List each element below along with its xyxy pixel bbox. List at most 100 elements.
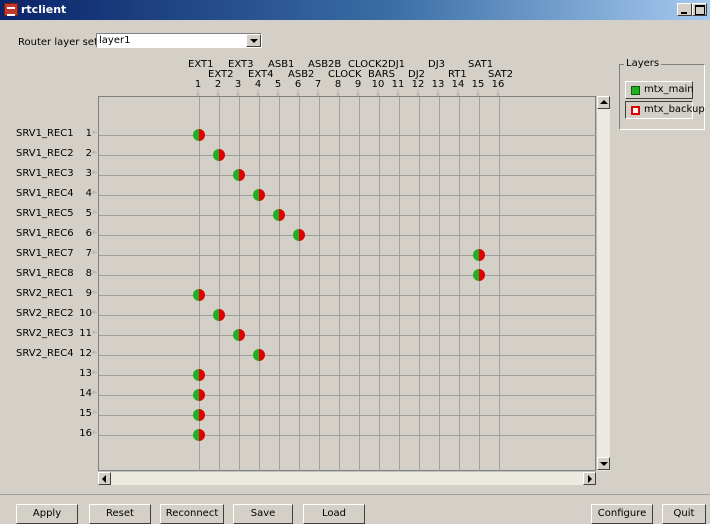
row-number-10: 10 (79, 308, 92, 319)
column-name-13: DJ3 (428, 59, 446, 70)
row-arrow-icon: ← (92, 208, 100, 218)
grid-row-line (99, 335, 597, 336)
row-arrow-icon: ← (92, 148, 100, 158)
row-number-7: 7 (85, 248, 92, 259)
row-number-3: 3 (85, 168, 92, 179)
horizontal-scrollbar[interactable] (98, 471, 596, 485)
layer-swatch-icon (631, 106, 640, 115)
row-number-15: 15 (79, 408, 92, 419)
row-number-16: 16 (79, 428, 92, 439)
grid-row-line (99, 155, 597, 156)
layer-swatch-icon (631, 86, 640, 95)
crosspoint-10-2[interactable] (213, 309, 225, 321)
crosspoint-14-1[interactable] (193, 389, 205, 401)
quit-button[interactable]: Quit (662, 504, 706, 524)
configure-button[interactable]: Configure (591, 504, 653, 524)
maximize-button[interactable] (692, 3, 707, 16)
row-arrow-icon: ← (92, 288, 100, 298)
row-arrow-icon: ← (92, 188, 100, 198)
separator (0, 494, 710, 495)
crosspoint-9-1[interactable] (193, 289, 205, 301)
router-layer-set-select[interactable]: layer1 (96, 33, 262, 48)
grid-row-line (99, 255, 597, 256)
chevron-down-icon[interactable] (246, 34, 261, 47)
reset-button[interactable]: Reset (89, 504, 151, 524)
row-name-9: SRV2_REC1 (16, 288, 74, 299)
vertical-scrollbar[interactable] (596, 96, 610, 471)
crosspoint-11-3[interactable] (233, 329, 245, 341)
row-number-9: 9 (85, 288, 92, 299)
router-layer-set-label: Router layer set: (18, 37, 102, 48)
row-name-1: SRV1_REC1 (16, 128, 74, 139)
row-arrow-icon: ← (92, 328, 100, 338)
row-arrow-icon: ← (92, 428, 100, 438)
load-button[interactable]: Load (303, 504, 365, 524)
row-name-10: SRV2_REC2 (16, 308, 74, 319)
row-number-1: 1 (85, 128, 92, 139)
row-arrow-icon: ← (92, 408, 100, 418)
grid-row-line (99, 275, 597, 276)
row-name-11: SRV2_REC3 (16, 328, 74, 339)
row-name-3: SRV1_REC3 (16, 168, 74, 179)
crosspoint-6-6[interactable] (293, 229, 305, 241)
row-arrow-icon: ← (92, 268, 100, 278)
row-number-12: 12 (79, 348, 92, 359)
crosspoint-13-1[interactable] (193, 369, 205, 381)
title-bar: rtclient (0, 0, 710, 20)
crosspoint-1-1[interactable] (193, 129, 205, 141)
crosspoint-16-1[interactable] (193, 429, 205, 441)
row-number-8: 8 (85, 268, 92, 279)
layer-label: mtx_backup (644, 104, 705, 115)
window-title: rtclient (21, 3, 67, 16)
layer-mtx-backup-button[interactable]: mtx_backup (625, 101, 705, 119)
row-name-6: SRV1_REC6 (16, 228, 74, 239)
grid-row-line (99, 215, 597, 216)
layers-title: Layers (624, 58, 662, 69)
scroll-up-icon[interactable] (597, 96, 610, 109)
row-name-7: SRV1_REC7 (16, 248, 74, 259)
crosspoint-7-15[interactable] (473, 249, 485, 261)
grid-row-line (99, 235, 597, 236)
save-button[interactable]: Save (233, 504, 293, 524)
crosspoint-4-4[interactable] (253, 189, 265, 201)
row-arrow-icon: ← (92, 368, 100, 378)
row-number-6: 6 (85, 228, 92, 239)
column-name-11: DJ1 (388, 59, 406, 70)
grid-row-line (99, 375, 597, 376)
row-arrow-icon: ← (92, 348, 100, 358)
crosspoint-12-4[interactable] (253, 349, 265, 361)
row-arrow-icon: ← (92, 128, 100, 138)
row-name-12: SRV2_REC4 (16, 348, 74, 359)
apply-button[interactable]: Apply (16, 504, 78, 524)
layer-label: mtx_main (644, 84, 694, 95)
crosspoint-8-15[interactable] (473, 269, 485, 281)
grid-row-line (99, 355, 597, 356)
row-number-2: 2 (85, 148, 92, 159)
scroll-right-icon[interactable] (583, 472, 596, 485)
scroll-down-icon[interactable] (597, 457, 610, 470)
row-number-14: 14 (79, 388, 92, 399)
scroll-left-icon[interactable] (98, 472, 111, 485)
row-name-5: SRV1_REC5 (16, 208, 74, 219)
crosspoint-15-1[interactable] (193, 409, 205, 421)
row-arrow-icon: ← (92, 168, 100, 178)
crosspoint-5-5[interactable] (273, 209, 285, 221)
layer-mtx-main-button[interactable]: mtx_main (625, 81, 694, 99)
grid-row-line (99, 175, 597, 176)
grid-row-line (99, 315, 597, 316)
crosspoint-3-3[interactable] (233, 169, 245, 181)
row-arrow-icon: ← (92, 228, 100, 238)
minimize-button[interactable] (677, 3, 692, 16)
row-number-13: 13 (79, 368, 92, 379)
grid-row-line (99, 395, 597, 396)
row-arrow-icon: ← (92, 248, 100, 258)
crosspoint-matrix[interactable] (98, 96, 597, 472)
row-name-4: SRV1_REC4 (16, 188, 74, 199)
app-icon (4, 3, 18, 16)
crosspoint-2-2[interactable] (213, 149, 225, 161)
row-number-4: 4 (85, 188, 92, 199)
row-arrow-icon: ← (92, 308, 100, 318)
reconnect-button[interactable]: Reconnect (160, 504, 224, 524)
grid-row-line (99, 295, 597, 296)
row-arrow-icon: ← (92, 388, 100, 398)
